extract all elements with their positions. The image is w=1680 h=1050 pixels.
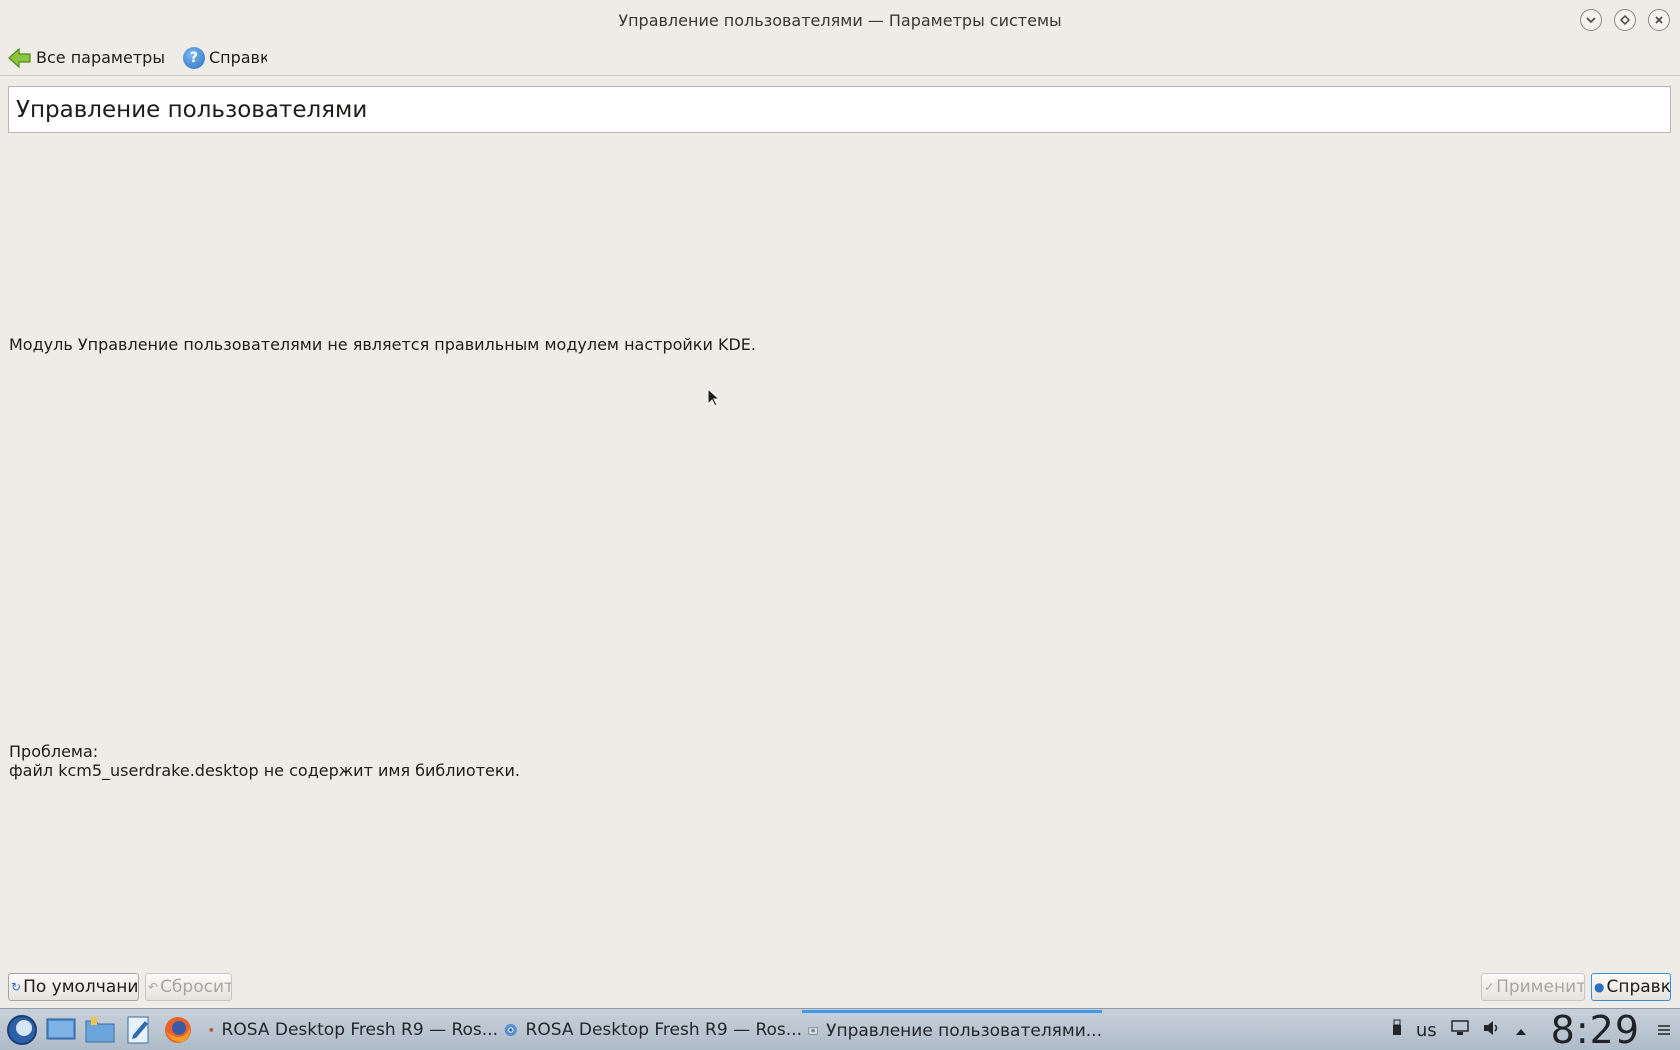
module-title: Управление пользователями: [16, 96, 368, 123]
chevron-down-icon: [1586, 17, 1596, 23]
close-button[interactable]: [1648, 9, 1670, 31]
back-arrow-icon: [8, 47, 32, 69]
editor-icon[interactable]: [122, 1013, 156, 1047]
close-icon: [1655, 16, 1663, 24]
window-title: Управление пользователями — Параметры си…: [618, 10, 1062, 30]
firefox-icon[interactable]: [161, 1013, 195, 1047]
maximize-button[interactable]: [1614, 9, 1636, 31]
task-label: ROSA Desktop Fresh R9 — Ros...: [525, 1019, 802, 1040]
rosa-menu-icon[interactable]: [5, 1013, 39, 1047]
problem-detail: файл kcm5_userdrake.desktop не содержит …: [9, 761, 521, 780]
network-icon[interactable]: [1450, 1020, 1469, 1040]
task-firefox[interactable]: ROSA Desktop Fresh R9 — Ros...: [203, 1010, 498, 1050]
reset-button[interactable]: ↶ Сбросить: [145, 973, 232, 1001]
tray-expand-icon[interactable]: [1515, 1021, 1527, 1040]
checkmark-icon: ✓: [1484, 980, 1495, 994]
apply-button[interactable]: ✓ Применить: [1481, 973, 1585, 1001]
mouse-cursor-icon: [707, 388, 721, 407]
chromium-icon: [504, 1023, 517, 1036]
firefox-icon: [209, 1027, 214, 1032]
help-toolbar-label: Справка: [208, 48, 267, 67]
window-titlebar[interactable]: Управление пользователями — Параметры си…: [0, 0, 1680, 40]
clock[interactable]: 8:29: [1551, 1008, 1640, 1050]
window-controls: [1580, 9, 1670, 31]
all-settings-button[interactable]: Все параметры: [8, 47, 165, 69]
defaults-label: По умолчанию: [23, 977, 139, 997]
panel-menu-icon[interactable]: [1658, 1021, 1670, 1040]
reset-label: Сбросить: [160, 977, 231, 997]
task-label: Управление пользователями...: [826, 1021, 1102, 1041]
defaults-button[interactable]: ↻ По умолчанию: [8, 973, 139, 1001]
taskbar: ROSA Desktop Fresh R9 — Ros... ROSA Desk…: [0, 1008, 1680, 1050]
minimize-button[interactable]: [1580, 9, 1602, 31]
problem-heading: Проблема:: [9, 742, 99, 761]
task-label: ROSA Desktop Fresh R9 — Ros...: [221, 1019, 498, 1040]
help-button[interactable]: ● Справка: [1591, 973, 1671, 1001]
reset-icon: ↶: [148, 980, 159, 994]
usb-icon[interactable]: [1392, 1019, 1402, 1041]
task-system-settings[interactable]: Управление пользователями...: [802, 1009, 1102, 1050]
desktop-icon[interactable]: [44, 1013, 78, 1047]
apply-label: Применить: [1496, 977, 1584, 997]
toolbar: Все параметры ? Справка: [0, 40, 1680, 76]
module-error-message: Модуль Управление пользователями не явля…: [9, 335, 756, 354]
help-icon: ?: [182, 46, 205, 69]
system-settings-icon: [808, 1027, 818, 1035]
module-title-box: Управление пользователями: [8, 86, 1671, 133]
task-chromium[interactable]: ROSA Desktop Fresh R9 — Ros...: [498, 1010, 802, 1050]
diamond-icon: [1620, 15, 1630, 25]
restore-defaults-icon: ↻: [11, 980, 22, 994]
file-manager-icon[interactable]: [83, 1013, 117, 1047]
help-label: Справка: [1606, 977, 1671, 997]
keyboard-layout[interactable]: us: [1416, 1020, 1437, 1041]
system-tray: us 8:29: [1392, 1008, 1680, 1050]
volume-icon[interactable]: [1483, 1020, 1501, 1040]
all-settings-label: Все параметры: [36, 48, 165, 67]
help-icon: ●: [1594, 980, 1605, 994]
help-toolbar-button[interactable]: ? Справка: [182, 46, 267, 69]
